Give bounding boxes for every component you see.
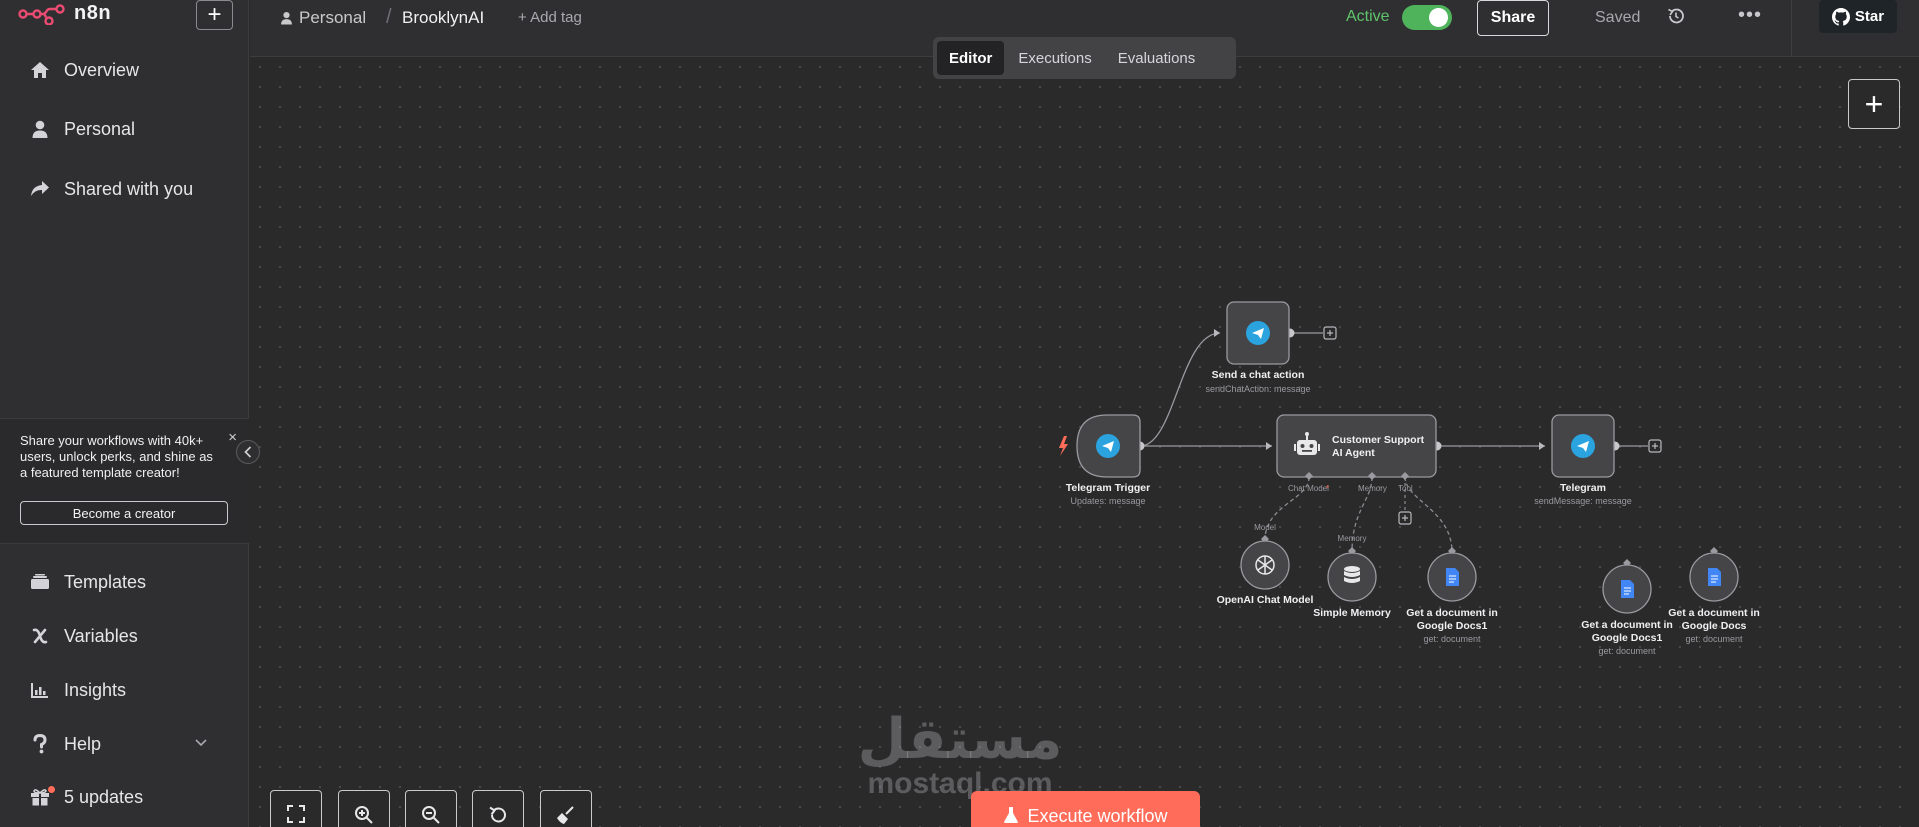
node-title-line1: Get a document in: [1581, 619, 1673, 631]
execute-label: Execute workflow: [1027, 806, 1168, 826]
node-google-docs1[interactable]: Get a document in Google Docs1 get: docu…: [1581, 559, 1673, 656]
watermark-arabic: مستقل: [857, 707, 1063, 772]
node-title-line1: Get a document in: [1668, 607, 1760, 619]
fit-view-button[interactable]: [270, 790, 322, 827]
tidy-up-button[interactable]: [540, 790, 592, 827]
node-ai-agent[interactable]: Customer Support AI Agent Chat Model * M…: [1276, 414, 1437, 493]
node-title: Telegram: [1560, 482, 1606, 494]
port-tool: Tool: [1398, 484, 1413, 493]
port-memory: Memory: [1358, 484, 1387, 493]
node-telegram-trigger[interactable]: Telegram Trigger Updates: message: [1059, 414, 1150, 506]
node-google-docs1-tool[interactable]: Get a document in Google Docs1 get: docu…: [1406, 547, 1498, 644]
broom-icon: [557, 806, 574, 824]
node-openai-chat-model[interactable]: Model OpenAI Chat Model: [1217, 523, 1314, 606]
chevron-left-icon: [244, 446, 252, 458]
workflow-graph: Telegram Trigger Updates: message Send a…: [1059, 301, 1760, 656]
port-chat-model: Chat Model: [1288, 484, 1329, 493]
node-google-docs[interactable]: Get a document in Google Docs get: docum…: [1668, 547, 1760, 644]
node-title-line1: Get a document in: [1406, 607, 1498, 619]
node-title: Send a chat action: [1212, 369, 1305, 381]
node-title: OpenAI Chat Model: [1217, 594, 1314, 606]
zoom-out-icon: [422, 806, 440, 824]
node-title: Simple Memory: [1313, 607, 1391, 619]
node-subtitle: Updates: message: [1070, 496, 1145, 506]
watermark: مستقل mostaql.com: [850, 712, 1070, 800]
tab-executions[interactable]: Executions: [1006, 41, 1103, 75]
port-memory: Memory: [1338, 534, 1367, 543]
tab-editor[interactable]: Editor: [937, 41, 1005, 75]
node-title-line2: Google Docs1: [1592, 632, 1663, 644]
node-title-line1: Customer Support: [1332, 434, 1425, 446]
node-subtitle: sendChatAction: message: [1205, 384, 1310, 394]
flask-icon: [1004, 807, 1019, 823]
collapse-sidebar-button[interactable]: [236, 440, 260, 464]
node-title-line2: AI Agent: [1332, 447, 1375, 459]
view-tabs: Editor Executions Evaluations: [933, 37, 1236, 79]
undo-icon: [489, 806, 506, 823]
node-subtitle: get: document: [1685, 634, 1743, 644]
node-title: Telegram Trigger: [1066, 482, 1150, 494]
node-send-chat-action[interactable]: Send a chat action sendChatAction: messa…: [1205, 301, 1311, 394]
node-title-line2: Google Docs: [1682, 620, 1747, 632]
lightning-icon: [1059, 436, 1068, 456]
reset-zoom-button[interactable]: [472, 790, 524, 827]
port-model: Model: [1254, 523, 1276, 532]
tab-evaluations[interactable]: Evaluations: [1106, 41, 1208, 75]
zoom-in-icon: [355, 806, 373, 824]
fit-view-icon: [287, 805, 305, 823]
node-title-line2: Google Docs1: [1417, 620, 1488, 632]
google-docs-icon: [1708, 568, 1721, 586]
execute-workflow-button[interactable]: Execute workflow: [971, 791, 1200, 827]
node-subtitle: sendMessage: message: [1534, 496, 1632, 506]
required-marker: *: [1326, 484, 1329, 493]
google-docs-icon: [1621, 580, 1634, 598]
node-subtitle: get: document: [1598, 646, 1656, 656]
database-icon: [1344, 566, 1360, 583]
zoom-out-button[interactable]: [405, 790, 457, 827]
node-subtitle: get: document: [1423, 634, 1481, 644]
node-telegram[interactable]: Telegram sendMessage: message: [1534, 414, 1632, 506]
google-docs-icon: [1446, 568, 1459, 586]
zoom-in-button[interactable]: [338, 790, 390, 827]
